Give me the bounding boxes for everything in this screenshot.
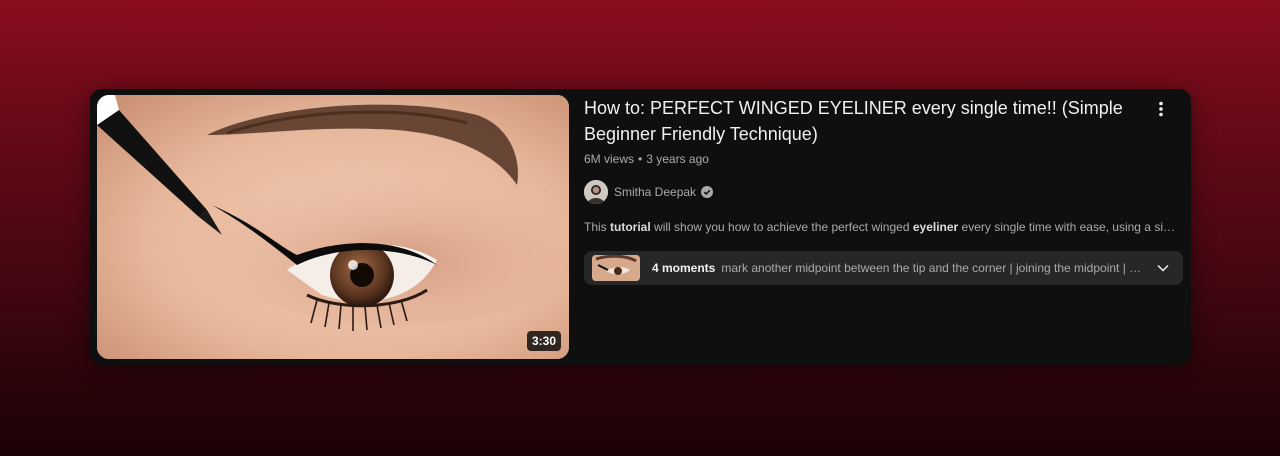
duration-badge: 3:30 — [526, 331, 561, 351]
video-title[interactable]: How to: PERFECT WINGED EYELINER every si… — [584, 95, 1181, 147]
desc-text: every single time with ease, using a sim… — [961, 220, 1184, 234]
verified-check-icon — [701, 186, 714, 198]
channel-avatar[interactable] — [584, 180, 608, 204]
channel-name[interactable]: Smitha Deepak — [614, 185, 696, 199]
channel-link[interactable]: Smitha Deepak — [584, 180, 1181, 204]
moment-thumbnail — [592, 255, 640, 281]
moments-summary: mark another midpoint between the tip an… — [721, 261, 1142, 275]
chevron-down-icon[interactable] — [1155, 260, 1171, 276]
view-count: 6M views — [584, 152, 635, 166]
more-actions-button[interactable] — [1149, 95, 1173, 123]
video-result-card: 3:30 How to: PERFECT WINGED EYELINER eve… — [90, 89, 1191, 365]
publish-age: 3 years ago — [646, 152, 709, 166]
eyeliner-thumbnail-image — [97, 95, 569, 359]
more-vert-icon — [1159, 101, 1163, 117]
video-info: How to: PERFECT WINGED EYELINER every si… — [584, 95, 1184, 285]
desc-text: will show you how to achieve the perfect… — [650, 220, 913, 234]
desc-highlight: tutorial — [610, 220, 651, 234]
desc-text: This — [584, 220, 611, 234]
meta-separator: • — [638, 152, 643, 166]
moments-count: 4 moments — [652, 261, 716, 275]
desc-highlight: eyeliner — [912, 220, 959, 234]
video-thumbnail[interactable]: 3:30 — [97, 95, 569, 359]
video-description-snippet: This tutorial will show you how to achie… — [584, 219, 1184, 235]
video-metadata: 6M views • 3 years ago — [584, 150, 1181, 168]
key-moments-panel[interactable]: 4 moments mark another midpoint between … — [584, 251, 1183, 285]
